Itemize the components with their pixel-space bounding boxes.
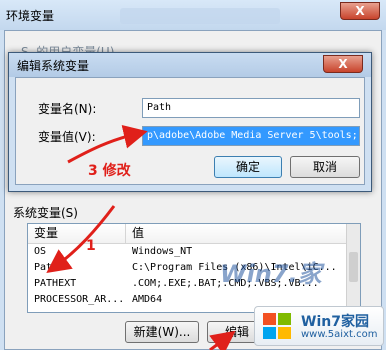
step1-annotation: 1 (86, 238, 96, 254)
new-variable-button[interactable]: 新建(W)... (125, 321, 199, 343)
step3-annotation: 3 修改 (88, 163, 131, 179)
row-variable: Path (34, 262, 59, 273)
list-scrollbar[interactable] (346, 224, 360, 312)
scroll-thumb[interactable] (349, 252, 358, 282)
variable-name-field[interactable]: Path (142, 98, 360, 118)
variable-value-label: 变量值(V): (38, 130, 96, 144)
system-variables-label: 系统变量(S) (13, 206, 78, 220)
header-variable[interactable]: 变量 (28, 224, 126, 243)
list-header: 变量 值 (28, 224, 360, 244)
dialog-title: 编辑系统变量 (17, 58, 90, 73)
env-close-button[interactable]: X (340, 2, 380, 20)
env-titlebar: 环境变量 (0, 0, 386, 30)
watermark-badge: Win7家园 www.5aixt.com (254, 306, 384, 346)
row-variable: PATHEXT (34, 278, 77, 289)
watermark-center: Win7.家 (220, 260, 322, 288)
watermark-url: www.5aixt.com (301, 329, 378, 340)
env-window-title: 环境变量 (6, 8, 55, 23)
cancel-button[interactable]: 取消 (290, 156, 360, 178)
header-value[interactable]: 值 (126, 224, 360, 243)
row-variable: OS (34, 246, 47, 257)
windows-logo-icon (263, 313, 291, 339)
dialog-titlebar: 编辑系统变量 (9, 53, 371, 77)
titlebar-blur (120, 8, 280, 24)
variable-name-label: 变量名(N): (38, 102, 97, 116)
edit-system-variable-dialog: 编辑系统变量 X 变量名(N): Path 变量值(V): p\adobe\Ad… (8, 52, 372, 192)
row-variable: PROCESSOR_AR... (34, 294, 125, 305)
variable-value-field[interactable]: p\adobe\Adobe Media Server 5\tools; (142, 126, 360, 146)
dialog-close-button[interactable]: X (323, 55, 363, 73)
watermark-brand: Win7家园 (301, 314, 369, 330)
dialog-body: 变量名(N): Path 变量值(V): p\adobe\Adobe Media… (15, 77, 365, 185)
ok-button[interactable]: 确定 (214, 156, 282, 178)
